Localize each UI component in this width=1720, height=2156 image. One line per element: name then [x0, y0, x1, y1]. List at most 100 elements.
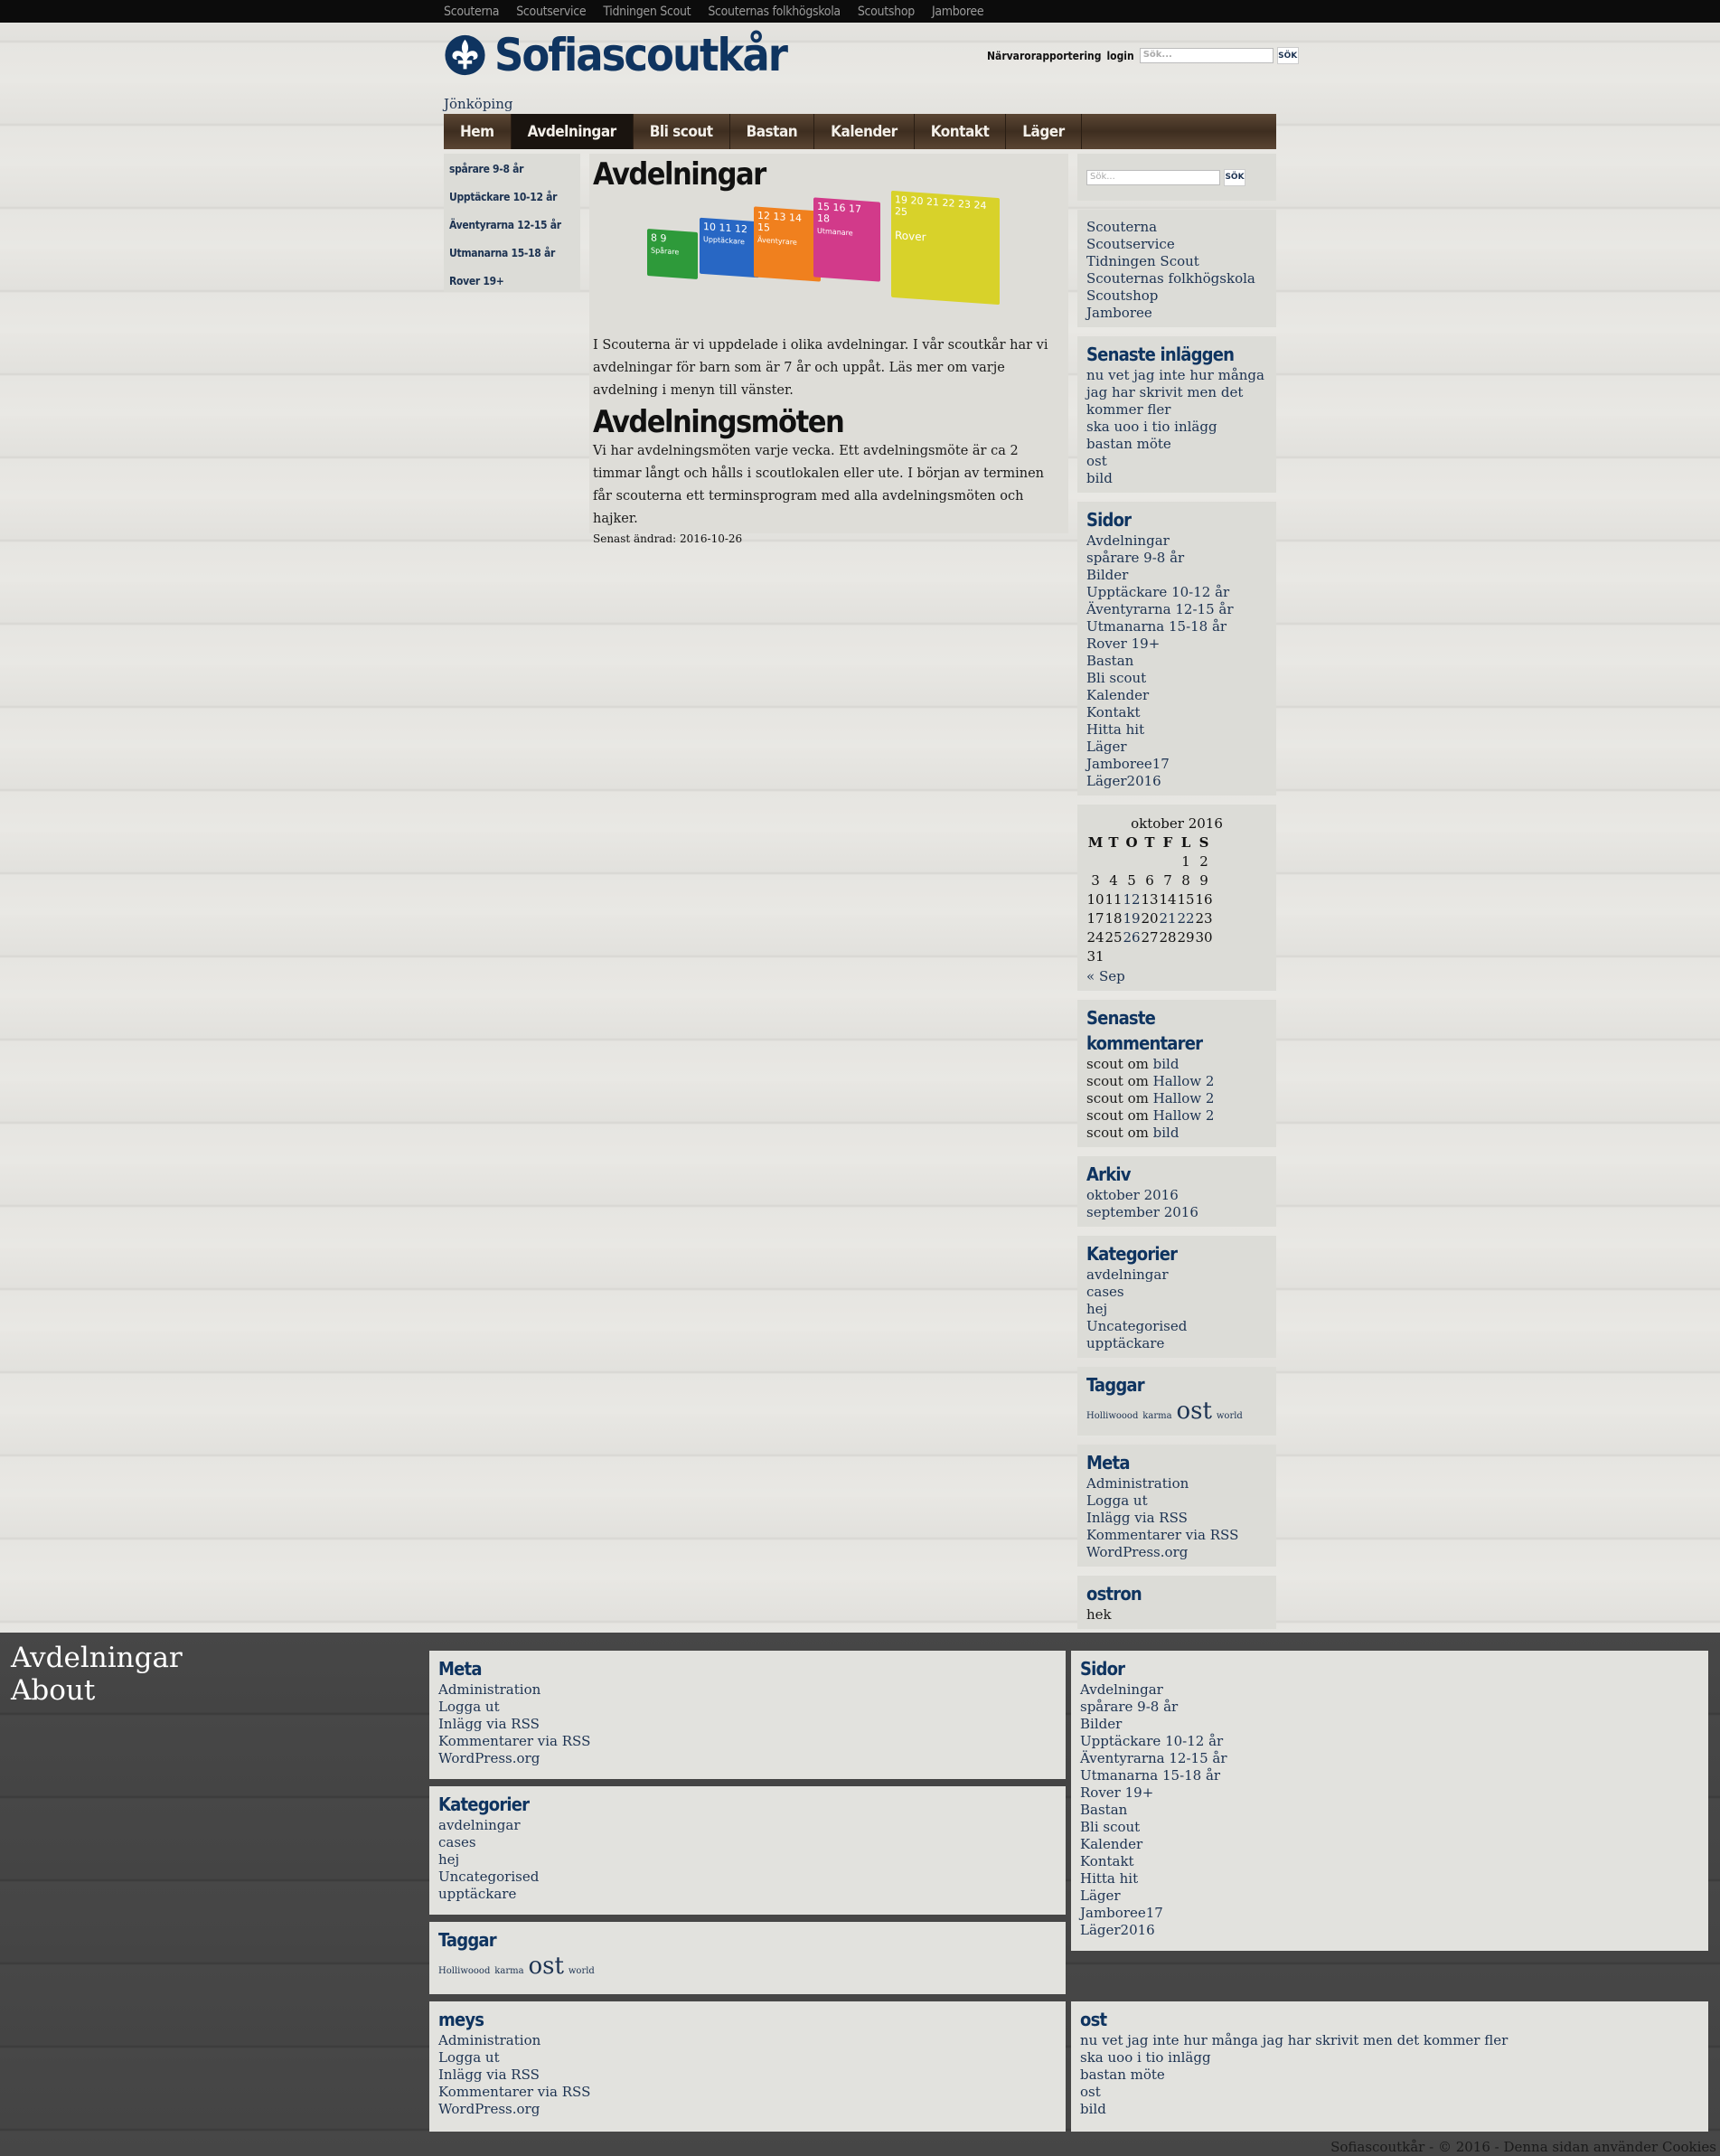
- page-link[interactable]: Jamboree17: [1080, 1905, 1699, 1922]
- recent-post-link[interactable]: ost: [1086, 453, 1267, 470]
- sidebar-link[interactable]: Scoutshop: [1086, 287, 1267, 305]
- calendar-prev-link[interactable]: « Sep: [1086, 968, 1267, 985]
- category-link[interactable]: Uncategorised: [438, 1869, 1057, 1886]
- page-link[interactable]: Läger: [1086, 739, 1267, 756]
- category-link[interactable]: upptäckare: [1086, 1335, 1267, 1352]
- page-link[interactable]: Bli scout: [1086, 670, 1267, 687]
- page-link[interactable]: spårare 9-8 år: [1080, 1699, 1699, 1716]
- category-link[interactable]: cases: [1086, 1284, 1267, 1301]
- nav-item-bli-scout[interactable]: Bli scout: [634, 114, 730, 149]
- comment-post-link[interactable]: Hallow 2: [1153, 1107, 1215, 1124]
- nav-item-hem[interactable]: Hem: [444, 114, 512, 149]
- sidebar-link[interactable]: Jamboree: [1086, 305, 1267, 322]
- page-link[interactable]: Upptäckare 10-12 år: [1080, 1733, 1699, 1750]
- meta-link[interactable]: WordPress.org: [1086, 1544, 1267, 1561]
- tag-link[interactable]: karma: [1142, 1411, 1171, 1421]
- comment-post-link[interactable]: bild: [1153, 1125, 1180, 1141]
- calendar-day[interactable]: 22: [1177, 909, 1195, 928]
- archive-link[interactable]: oktober 2016: [1086, 1187, 1267, 1204]
- nav-item-lager[interactable]: Läger: [1006, 114, 1082, 149]
- submenu-item[interactable]: Utmanarna 15-18 år: [444, 241, 580, 269]
- sidebar-link[interactable]: Scouterna: [1086, 219, 1267, 236]
- tag-link[interactable]: Holliwoood: [1086, 1411, 1138, 1421]
- page-link[interactable]: Utmanarna 15-18 år: [1086, 618, 1267, 636]
- comment-post-link[interactable]: Hallow 2: [1153, 1073, 1215, 1089]
- category-link[interactable]: avdelningar: [438, 1817, 1057, 1834]
- page-link[interactable]: Bastan: [1086, 653, 1267, 670]
- meta-link[interactable]: Inlägg via RSS: [1086, 1510, 1267, 1527]
- tag-link[interactable]: karma: [494, 1966, 523, 1976]
- tag-link[interactable]: ost: [528, 1953, 563, 1980]
- page-link[interactable]: Läger2016: [1080, 1922, 1699, 1939]
- nav-item-bastan[interactable]: Bastan: [730, 114, 815, 149]
- footer-menu-link[interactable]: About: [11, 1674, 183, 1707]
- recent-post-link[interactable]: nu vet jag inte hur många jag har skrivi…: [1086, 367, 1267, 419]
- sidebar-link[interactable]: Scouternas folkhögskola: [1086, 270, 1267, 287]
- meta-link[interactable]: Logga ut: [438, 1699, 1057, 1716]
- topbar-link[interactable]: Tidningen Scout: [603, 5, 691, 19]
- page-link[interactable]: Läger: [1080, 1888, 1699, 1905]
- comment-post-link[interactable]: Hallow 2: [1153, 1090, 1215, 1106]
- meta-link[interactable]: Logga ut: [1086, 1492, 1267, 1510]
- recent-post-link[interactable]: ost: [1080, 2084, 1699, 2101]
- submenu-item[interactable]: Rover 19+: [444, 269, 580, 297]
- recent-post-link[interactable]: bild: [1086, 470, 1267, 487]
- submenu-item[interactable]: Upptäckare 10-12 år: [444, 185, 580, 213]
- category-link[interactable]: hej: [1086, 1301, 1267, 1318]
- recent-post-link[interactable]: bastan möte: [1080, 2067, 1699, 2084]
- meta-link[interactable]: Inlägg via RSS: [438, 2067, 1057, 2084]
- page-link[interactable]: Kontakt: [1080, 1853, 1699, 1870]
- recent-post-link[interactable]: bastan möte: [1086, 436, 1267, 453]
- tag-link[interactable]: Holliwoood: [438, 1966, 490, 1976]
- tag-link[interactable]: ost: [1176, 1398, 1211, 1425]
- nav-item-kontakt[interactable]: Kontakt: [915, 114, 1007, 149]
- topbar-link[interactable]: Scoutservice: [516, 5, 586, 19]
- category-link[interactable]: hej: [438, 1851, 1057, 1869]
- meta-link[interactable]: Administration: [438, 2032, 1057, 2049]
- meta-link[interactable]: Kommentarer via RSS: [438, 2084, 1057, 2101]
- page-link[interactable]: Äventyrarna 12-15 år: [1086, 601, 1267, 618]
- category-link[interactable]: avdelningar: [1086, 1266, 1267, 1284]
- calendar-day[interactable]: 21: [1159, 909, 1177, 928]
- meta-link[interactable]: Kommentarer via RSS: [1086, 1527, 1267, 1544]
- topbar-link[interactable]: Jamboree: [932, 5, 984, 19]
- recent-post-link[interactable]: bild: [1080, 2101, 1699, 2118]
- meta-link[interactable]: Administration: [1086, 1475, 1267, 1492]
- meta-link[interactable]: Logga ut: [438, 2049, 1057, 2067]
- meta-link[interactable]: Inlägg via RSS: [438, 1716, 1057, 1733]
- topbar-link[interactable]: Scouternas folkhögskola: [708, 5, 841, 19]
- page-link[interactable]: Rover 19+: [1086, 636, 1267, 653]
- category-link[interactable]: upptäckare: [438, 1886, 1057, 1903]
- page-link[interactable]: Kalender: [1080, 1836, 1699, 1853]
- footer-menu-link[interactable]: Avdelningar: [11, 1642, 183, 1674]
- page-link[interactable]: Utmanarna 15-18 år: [1080, 1767, 1699, 1784]
- recent-post-link[interactable]: ska uoo i tio inlägg: [1080, 2049, 1699, 2067]
- archive-link[interactable]: september 2016: [1086, 1204, 1267, 1221]
- page-link[interactable]: Kontakt: [1086, 704, 1267, 721]
- comment-post-link[interactable]: bild: [1153, 1056, 1180, 1072]
- page-link[interactable]: Jamboree17: [1086, 756, 1267, 773]
- login-link[interactable]: login: [1106, 50, 1133, 62]
- sidebar-link[interactable]: Tidningen Scout: [1086, 253, 1267, 270]
- location-link[interactable]: Jönköping: [444, 96, 513, 112]
- page-link[interactable]: Läger2016: [1086, 773, 1267, 790]
- sidebar-search-button[interactable]: SÖK: [1224, 168, 1245, 186]
- nav-item-kalender[interactable]: Kalender: [814, 114, 915, 149]
- page-link[interactable]: Kalender: [1086, 687, 1267, 704]
- submenu-item[interactable]: spårare 9-8 år: [444, 157, 580, 185]
- meta-link[interactable]: Administration: [438, 1681, 1057, 1699]
- sidebar-link[interactable]: Scoutservice: [1086, 236, 1267, 253]
- meta-link[interactable]: Kommentarer via RSS: [438, 1733, 1057, 1750]
- page-link[interactable]: Upptäckare 10-12 år: [1086, 584, 1267, 601]
- nav-item-avdelningar[interactable]: Avdelningar: [511, 114, 634, 149]
- topbar-link[interactable]: Scouterna: [444, 5, 500, 19]
- calendar-day[interactable]: 19: [1123, 909, 1141, 928]
- page-link[interactable]: Bilder: [1080, 1716, 1699, 1733]
- tag-link[interactable]: world: [569, 1966, 595, 1976]
- site-logo[interactable]: Sofiascoutkår: [443, 33, 788, 78]
- page-link[interactable]: Bastan: [1080, 1802, 1699, 1819]
- recent-post-link[interactable]: ska uoo i tio inlägg: [1086, 419, 1267, 436]
- page-link[interactable]: spårare 9-8 år: [1086, 550, 1267, 567]
- page-link[interactable]: Avdelningar: [1080, 1681, 1699, 1699]
- topbar-link[interactable]: Scoutshop: [858, 5, 915, 19]
